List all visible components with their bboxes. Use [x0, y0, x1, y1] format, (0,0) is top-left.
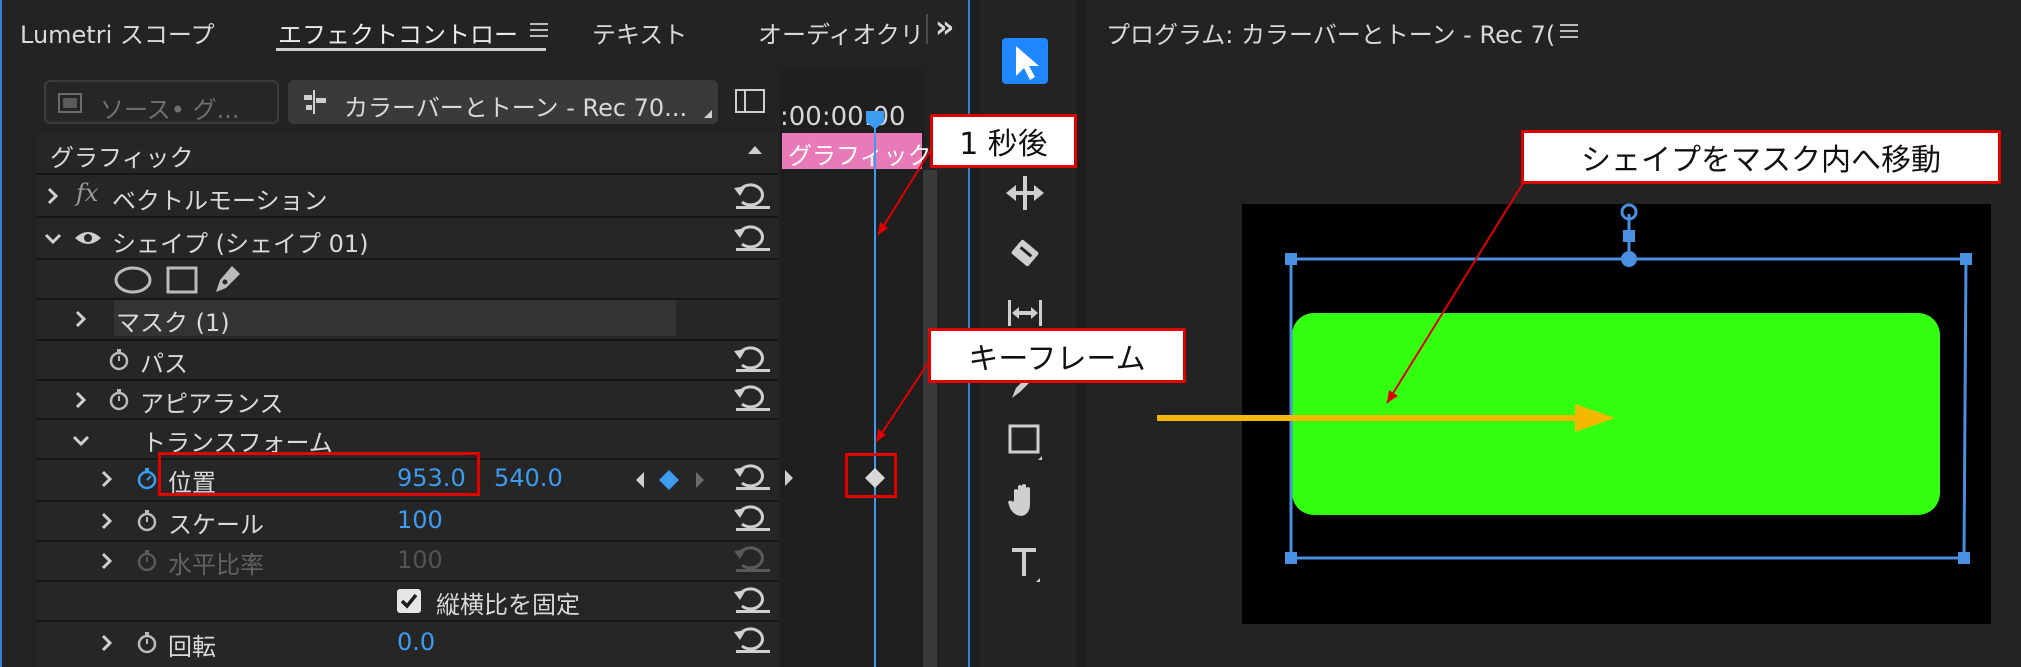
position-highlight-box	[158, 452, 480, 496]
callout-keyframe: キーフレーム	[928, 328, 1186, 383]
callout-move-shape: シェイプをマスク内へ移動	[1521, 130, 2001, 184]
keyframe-highlight-box	[845, 453, 897, 498]
callout-one-second: 1 秒後	[930, 114, 1077, 168]
